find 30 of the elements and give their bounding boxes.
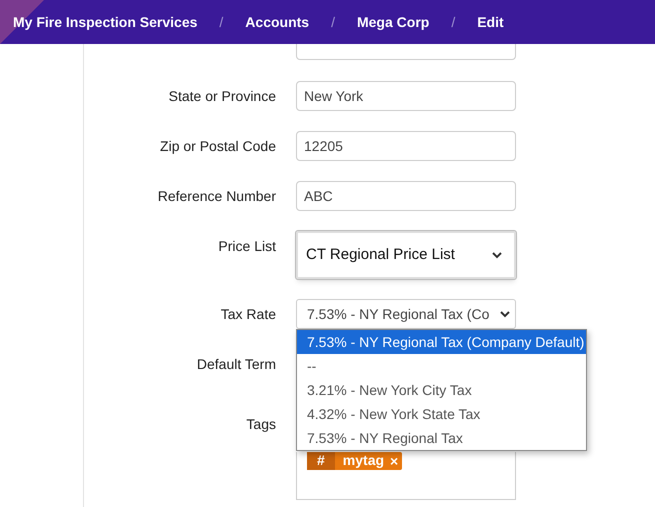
dropdown-option[interactable]: 7.53% - NY Regional Tax (Company Default) <box>297 330 586 354</box>
breadcrumb-separator: / <box>451 12 456 32</box>
chevron-down-icon <box>500 310 510 318</box>
field-label: Tax Rate <box>220 306 276 322</box>
select-dropdown[interactable]: 7.53% - NY Regional Tax (Co <box>296 299 516 329</box>
select-dropdown[interactable]: CT Regional Price List <box>296 231 516 279</box>
input-field[interactable]: New York <box>296 81 516 111</box>
breadcrumb-link[interactable]: Mega Corp <box>356 12 430 32</box>
input-field[interactable] <box>296 44 516 60</box>
tag-label: mytag <box>342 452 384 470</box>
breadcrumb-link[interactable]: Edit <box>477 12 504 32</box>
chevron-down-icon <box>492 252 502 258</box>
input-field[interactable]: ABC <box>296 181 516 211</box>
input-field[interactable]: 12205 <box>296 131 516 161</box>
field-label: State or Province <box>168 88 276 104</box>
dropdown-option[interactable]: 7.53% - NY Regional Tax <box>297 426 586 450</box>
breadcrumb-separator: / <box>331 12 335 32</box>
field-label: Price List <box>218 238 276 254</box>
field-label: Reference Number <box>158 188 276 204</box>
field-label: Tags <box>246 416 276 432</box>
tag-prefix: # <box>307 452 335 470</box>
breadcrumb-link[interactable]: My Fire Inspection Services <box>13 12 198 32</box>
breadcrumb-separator: / <box>219 12 224 32</box>
breadcrumb-link[interactable]: Accounts <box>245 12 310 32</box>
dropdown-option[interactable]: 3.21% - New York City Tax <box>297 378 586 402</box>
field-label: Default Term <box>196 356 276 372</box>
tags-field[interactable]: # mytag × <box>296 452 516 500</box>
field-label: Zip or Postal Code <box>160 138 276 154</box>
dropdown-option[interactable]: -- <box>297 354 586 378</box>
dropdown-option[interactable]: 4.32% - New York State Tax <box>297 402 586 426</box>
